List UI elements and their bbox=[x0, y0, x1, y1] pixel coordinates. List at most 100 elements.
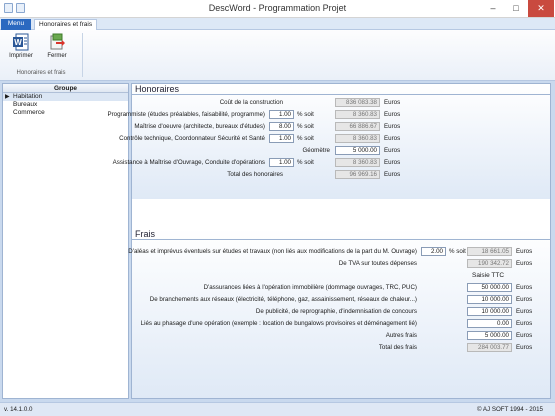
row-total-frais: Total des frais 284 003.77 Euros bbox=[132, 343, 550, 353]
close-window-button[interactable]: ✕ bbox=[528, 0, 554, 17]
ribbon-tabs: Menu Honoraires et frais bbox=[0, 18, 555, 30]
row-branchements: De branchements aux réseaux (électricité… bbox=[132, 295, 550, 305]
group-item-label: Commerce bbox=[13, 109, 45, 116]
branchements-input[interactable]: 10 000.00 bbox=[467, 295, 512, 304]
row-phasage: Liés au phasage d'une opération (exemple… bbox=[132, 319, 550, 329]
print-button[interactable]: W Imprimer bbox=[8, 33, 34, 67]
group-item-label: Habitation bbox=[13, 93, 43, 100]
row-controle: Contrôle technique, Coordonnateur Sécuri… bbox=[119, 134, 550, 144]
assistance-pct-input[interactable]: 1.00 bbox=[269, 158, 294, 167]
maitrise-pct-input[interactable]: 8.00 bbox=[269, 122, 294, 131]
group-list-panel: Groupe ▶ Habitation Bureaux Commerce bbox=[2, 83, 129, 399]
tva-label: De TVA sur toutes dépenses bbox=[338, 260, 417, 267]
title-bar: DescWord - Programmation Projet – □ ✕ bbox=[0, 0, 555, 18]
main-panel: Honoraires Coût de la construction 836 0… bbox=[107, 83, 551, 399]
phasage-input[interactable]: 0.00 bbox=[467, 319, 512, 328]
group-list-header: Groupe bbox=[3, 84, 128, 93]
assistance-value: 8 360.83 bbox=[335, 158, 380, 167]
programmiste-value: 8 360.83 bbox=[335, 110, 380, 119]
phasage-label: Liés au phasage d'une opération (exemple… bbox=[140, 320, 417, 327]
frais-section: Frais D'aléas et imprévus éventuels sur … bbox=[128, 229, 550, 398]
autres-label: Autres frais bbox=[385, 332, 417, 339]
geometre-unit: Euros bbox=[384, 147, 401, 154]
row-cout-construction: Coût de la construction 836 083.38 Euros bbox=[132, 98, 550, 108]
assistance-soit: % soit bbox=[297, 159, 314, 166]
programmiste-pct-input[interactable]: 1.00 bbox=[269, 110, 294, 119]
group-item-habitation[interactable]: ▶ Habitation bbox=[3, 93, 128, 101]
honoraires-title: Honoraires bbox=[132, 84, 550, 95]
aleas-value: 18 661.05 bbox=[467, 247, 512, 256]
close-button[interactable]: Fermer bbox=[44, 33, 70, 67]
autres-input[interactable]: 5 000.00 bbox=[467, 331, 512, 340]
status-bar: v. 14.1.0.0 © AJ SOFT 1994 - 2015 bbox=[0, 402, 555, 416]
total-honoraires-unit: Euros bbox=[384, 171, 401, 178]
cout-value: 836 083.38 bbox=[335, 98, 380, 107]
assurances-unit: Euros bbox=[516, 284, 533, 291]
autres-unit: Euros bbox=[516, 332, 533, 339]
branchements-unit: Euros bbox=[516, 296, 533, 303]
honoraires-section: Honoraires Coût de la construction 836 0… bbox=[107, 84, 550, 199]
ribbon-group-separator bbox=[82, 33, 83, 77]
saisie-ttc-header: Saisie TTC bbox=[472, 272, 505, 279]
controle-soit: % soit bbox=[297, 135, 314, 142]
assurances-label: D'assurances liées à l'opération immobil… bbox=[203, 284, 417, 291]
row-maitrise: Maîtrise d'oeuvre (architecte, bureaux d… bbox=[132, 122, 550, 132]
ribbon-group-label: Honoraires et frais bbox=[16, 70, 66, 76]
phasage-unit: Euros bbox=[516, 320, 533, 327]
maitrise-unit: Euros bbox=[384, 123, 401, 130]
programmiste-soit: % soit bbox=[297, 111, 314, 118]
close-button-label: Fermer bbox=[47, 53, 67, 59]
controle-pct-input[interactable]: 1.00 bbox=[269, 134, 294, 143]
window-title: DescWord - Programmation Projet bbox=[208, 3, 347, 13]
tva-unit: Euros bbox=[516, 260, 533, 267]
svg-text:W: W bbox=[14, 38, 22, 47]
publicite-input[interactable]: 10 000.00 bbox=[467, 307, 512, 316]
row-total-honoraires: Total des honoraires 96 969.16 Euros bbox=[132, 170, 550, 180]
word-document-icon: W bbox=[12, 33, 30, 51]
aleas-unit: Euros bbox=[516, 248, 533, 255]
frais-title: Frais bbox=[132, 229, 550, 240]
tab-menu[interactable]: Menu bbox=[1, 19, 31, 30]
ribbon: W Imprimer Fermer Honoraires et frais bbox=[0, 30, 555, 81]
cout-unit: Euros bbox=[384, 99, 401, 106]
aleas-label: D'aléas et imprévus éventuels sur études… bbox=[128, 248, 417, 255]
programmiste-label: Programmiste (études préalables, faisabi… bbox=[107, 111, 265, 118]
group-item-label: Bureaux bbox=[13, 101, 38, 108]
publicite-label: De publicité, de reprographie, d'indemni… bbox=[255, 308, 417, 315]
exit-icon bbox=[48, 33, 66, 51]
row-selector-icon: ▶ bbox=[5, 94, 10, 100]
maitrise-label: Maîtrise d'oeuvre (architecte, bureaux d… bbox=[134, 123, 265, 130]
assistance-unit: Euros bbox=[384, 159, 401, 166]
group-item-bureaux[interactable]: Bureaux bbox=[3, 101, 128, 109]
row-autres-frais: Autres frais 5 000.00 Euros bbox=[132, 331, 550, 341]
controle-label: Contrôle technique, Coordonnateur Sécuri… bbox=[119, 135, 265, 142]
copyright-label: © AJ SOFT 1994 - 2015 bbox=[476, 406, 543, 413]
aleas-soit: % soit bbox=[449, 248, 466, 255]
controle-unit: Euros bbox=[384, 135, 401, 142]
total-frais-label: Total des frais bbox=[378, 344, 417, 351]
total-honoraires-label: Total des honoraires bbox=[227, 171, 283, 178]
total-honoraires-value: 96 969.16 bbox=[335, 170, 380, 179]
maximize-button[interactable]: □ bbox=[503, 0, 529, 17]
aleas-pct-input[interactable]: 2.00 bbox=[421, 247, 446, 256]
assurances-input[interactable]: 50 000.00 bbox=[467, 283, 512, 292]
assistance-label: Assistance à Maîtrise d'Ouvrage, Conduit… bbox=[112, 159, 265, 166]
row-assistance: Assistance à Maîtrise d'Ouvrage, Conduit… bbox=[113, 158, 550, 168]
row-assurances: D'assurances liées à l'opération immobil… bbox=[132, 283, 550, 293]
branchements-label: De branchements aux réseaux (électricité… bbox=[149, 296, 417, 303]
tva-value: 190 342.72 bbox=[467, 259, 512, 268]
geometre-label: Géomètre bbox=[302, 147, 330, 154]
maitrise-soit: % soit bbox=[297, 123, 314, 130]
row-geometre: Géomètre 5 000.00 Euros bbox=[132, 146, 550, 156]
maitrise-value: 66 886.67 bbox=[335, 122, 380, 131]
version-label: v. 14.1.0.0 bbox=[4, 406, 33, 413]
cout-label: Coût de la construction bbox=[219, 99, 283, 106]
programmiste-unit: Euros bbox=[384, 111, 401, 118]
tab-honoraires-frais[interactable]: Honoraires et frais bbox=[34, 19, 98, 30]
controle-value: 8 360.83 bbox=[335, 134, 380, 143]
geometre-input[interactable]: 5 000.00 bbox=[335, 146, 380, 155]
row-tva: De TVA sur toutes dépenses 190 342.72 Eu… bbox=[132, 259, 550, 269]
print-button-label: Imprimer bbox=[9, 53, 33, 59]
row-aleas: D'aléas et imprévus éventuels sur études… bbox=[128, 247, 550, 257]
total-frais-value: 284 003.77 bbox=[467, 343, 512, 352]
